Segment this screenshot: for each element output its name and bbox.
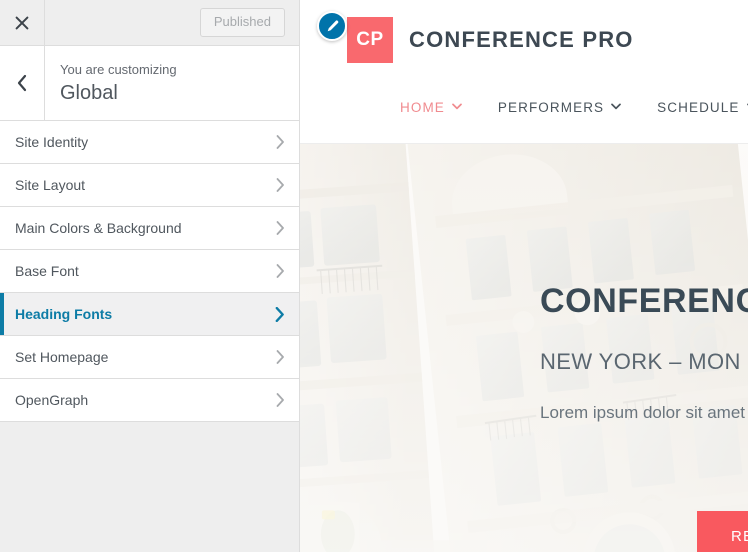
chevron-down-icon — [452, 103, 462, 113]
nav-item-label: PERFORMERS — [497, 100, 605, 115]
chevron-right-icon — [276, 135, 285, 149]
close-icon[interactable] — [0, 0, 45, 45]
customizer-panel-header: You are customizing Global — [0, 46, 299, 121]
brand-logo-mark: CP — [347, 17, 393, 63]
nav-item-schedule[interactable]: SCHEDULE — [657, 100, 748, 115]
pencil-edit-icon[interactable] — [317, 11, 347, 41]
site-navigation: HOME PERFORMERS SCHEDULE — [300, 100, 748, 115]
customizer-sidebar: Published You are customizing Global Sit… — [0, 0, 300, 552]
sidebar-item-label: Site Layout — [15, 177, 86, 193]
hero-title: CONFERENCE — [540, 281, 748, 320]
register-button[interactable]: REGISTER — [697, 511, 748, 552]
sidebar-item-base-font[interactable]: Base Font — [0, 250, 299, 293]
sidebar-item-label: Set Homepage — [15, 349, 109, 365]
panel-header-text: You are customizing Global — [45, 46, 299, 120]
chevron-down-icon — [611, 103, 622, 113]
nav-item-label: HOME — [400, 100, 445, 115]
sidebar-item-label: Base Font — [15, 263, 79, 279]
sidebar-item-label: Main Colors & Background — [15, 220, 182, 236]
chevron-right-icon — [276, 221, 285, 235]
customizer-section-list: Site Identity Site Layout Main Colors & … — [0, 121, 299, 422]
sidebar-item-main-colors-background[interactable]: Main Colors & Background — [0, 207, 299, 250]
page-title: Global — [60, 82, 118, 105]
hero-description: Lorem ipsum dolor sit amet — [540, 402, 746, 422]
chevron-right-icon — [276, 350, 285, 364]
sidebar-item-site-layout[interactable]: Site Layout — [0, 164, 299, 207]
chevron-right-icon — [276, 393, 285, 407]
hero-section: CONFERENCE NEW YORK – MON 6 Lorem ipsum … — [300, 144, 748, 552]
sidebar-empty-area — [0, 422, 299, 552]
hero-content: CONFERENCE NEW YORK – MON 6 Lorem ipsum … — [540, 144, 748, 552]
customizer-topbar: Published — [0, 0, 299, 46]
published-button[interactable]: Published — [199, 8, 285, 37]
chevron-right-icon — [276, 178, 285, 192]
site-brand[interactable]: CP CONFERENCE PRO — [347, 17, 634, 63]
sidebar-item-heading-fonts[interactable]: Heading Fonts — [0, 293, 299, 336]
chevron-left-icon[interactable] — [0, 46, 45, 120]
nav-item-label: SCHEDULE — [657, 100, 740, 115]
sidebar-item-opengraph[interactable]: OpenGraph — [0, 379, 299, 422]
site-preview: CP CONFERENCE PRO HOME PERFORMERS SCHEDU… — [300, 0, 748, 552]
sidebar-item-set-homepage[interactable]: Set Homepage — [0, 336, 299, 379]
chevron-right-icon — [276, 264, 285, 278]
hero-subtitle: NEW YORK – MON 6 — [540, 348, 748, 374]
sidebar-item-label: Heading Fonts — [15, 306, 113, 322]
nav-item-performers[interactable]: PERFORMERS — [497, 100, 622, 115]
sidebar-item-label: Site Identity — [15, 134, 89, 150]
chevron-right-icon — [275, 306, 285, 322]
sidebar-item-label: OpenGraph — [15, 392, 89, 408]
customizer-screen: Published You are customizing Global Sit… — [0, 0, 748, 552]
customizing-eyebrow: You are customizing — [60, 61, 177, 77]
sidebar-item-site-identity[interactable]: Site Identity — [0, 121, 299, 164]
site-header: CP CONFERENCE PRO HOME PERFORMERS SCHEDU… — [300, 0, 748, 144]
brand-name: CONFERENCE PRO — [409, 27, 634, 52]
nav-item-home[interactable]: HOME — [400, 100, 462, 115]
